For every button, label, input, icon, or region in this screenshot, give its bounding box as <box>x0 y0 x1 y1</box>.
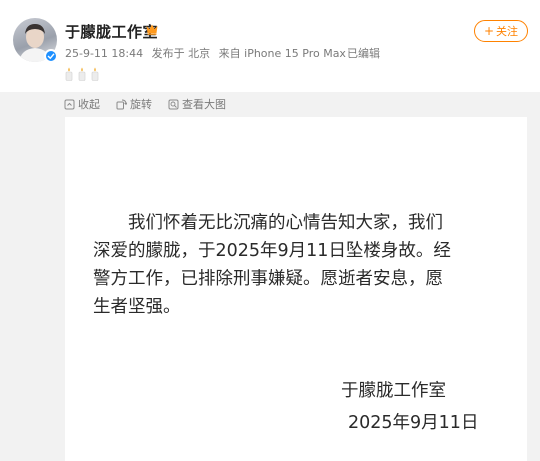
plus-icon: + <box>483 24 495 38</box>
image-panel: 收起 旋转 查看大图 我们怀着无比沉痛的心情告知大家，我们 深爱的朦胧，于202… <box>0 92 540 461</box>
statement-image[interactable]: 我们怀着无比沉痛的心情告知大家，我们 深爱的朦胧，于2025年9月11日坠楼身故… <box>65 117 527 461</box>
view-large-label: 查看大图 <box>182 98 226 111</box>
verified-icon <box>44 49 58 63</box>
view-large-button[interactable]: 查看大图 <box>168 96 226 112</box>
post-edited[interactable]: 已编辑 <box>347 47 380 60</box>
statement-signature: 于朦胧工作室 <box>341 381 446 401</box>
statement-date: 2025年9月11日 <box>348 413 479 433</box>
rotate-button[interactable]: 旋转 <box>116 96 152 112</box>
post-timestamp: 25-9-11 18:44 <box>65 47 144 60</box>
view-large-icon <box>168 99 179 109</box>
post-location: 发布于 北京 <box>151 47 211 60</box>
follow-label: 关注 <box>496 25 519 38</box>
statement-line: 生者坚强。 <box>93 297 181 317</box>
candle-icon <box>78 67 86 81</box>
crown-icon <box>146 24 158 35</box>
post-header: 于朦胧工作室 25-9-11 18:44 发布于 北京 来自 iPhone 15… <box>0 0 540 92</box>
rotate-icon <box>116 99 127 109</box>
collapse-label: 收起 <box>78 98 100 111</box>
candle-icon <box>91 67 99 81</box>
post-meta: 25-9-11 18:44 发布于 北京 来自 iPhone 15 Pro Ma… <box>65 45 385 61</box>
post-text <box>64 66 103 81</box>
post-device: 来自 iPhone 15 Pro Max <box>218 47 346 60</box>
statement-line: 深爱的朦胧，于2025年9月11日坠楼身故。经 <box>93 241 451 261</box>
statement-body: 我们怀着无比沉痛的心情告知大家，我们 深爱的朦胧，于2025年9月11日坠楼身故… <box>93 209 503 321</box>
rotate-label: 旋转 <box>130 98 152 111</box>
candle-icon <box>65 67 73 81</box>
statement-line: 我们怀着无比沉痛的心情告知大家，我们 <box>128 213 443 233</box>
collapse-button[interactable]: 收起 <box>64 96 100 112</box>
avatar[interactable] <box>13 18 58 63</box>
follow-button[interactable]: + 关注 <box>474 20 528 42</box>
collapse-icon <box>64 99 75 109</box>
image-toolbar: 收起 旋转 查看大图 <box>64 96 242 112</box>
statement-line: 警方工作，已排除刑事嫌疑。愿逝者安息，愿 <box>93 269 443 289</box>
